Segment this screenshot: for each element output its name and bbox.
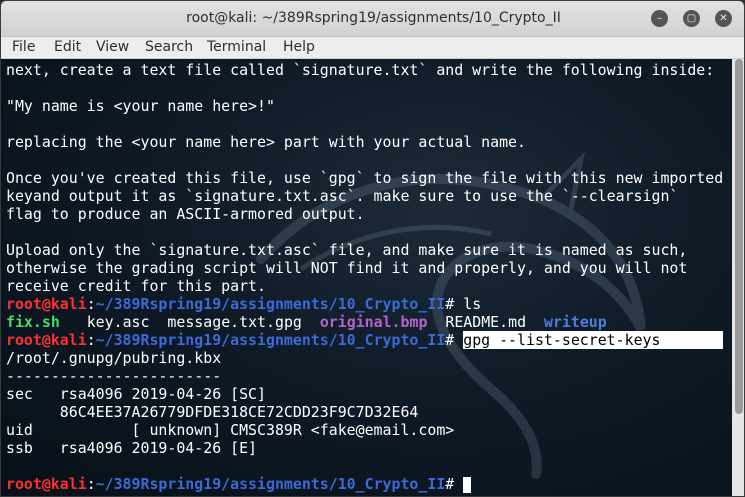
minimize-button[interactable]: – [651,10,668,27]
selected-command[interactable]: gpg --list-secret-keys [463,331,661,349]
window-title: root@kali: ~/389Rspring19/assignments/10… [186,10,561,26]
text-line: "My name is <your name here>!" [6,97,275,115]
file-message-gpg: message.txt.gpg [167,313,302,331]
menu-terminal[interactable]: Terminal [207,39,266,55]
terminal-lines: next, create a text file called `signatu… [6,61,732,493]
close-button[interactable]: ✕ [715,10,732,27]
gpg-output-line: uid [ unknown] CMSC389R <fake@email.com> [6,421,455,439]
menu-view[interactable]: View [96,39,129,55]
ls-output-line: fix.sh key.asc message.txt.gpg original.… [6,313,732,331]
menu-search[interactable]: Search [145,39,193,55]
gpg-output-line: 86C4EE37A26779DFDE318CE72CDD23F9C7D32E64 [6,403,419,421]
command: ls [463,295,482,313]
prompt-path: ~/389Rspring19/assignments/10_Crypto_II [95,295,446,313]
gpg-output-line: ------------------------ [6,367,222,385]
prompt-line-active[interactable]: root@kali:~/389Rspring19/assignments/10_… [6,475,732,493]
text-line: Upload only the `signature.txt.asc` file… [6,241,688,259]
prompt-hash: # [445,295,464,313]
prompt-separator: : [86,295,96,313]
text-line: next, create a text file called `signatu… [6,61,715,79]
prompt-user: root@kali [6,331,87,349]
prompt-user: root@kali [6,295,87,313]
title-bar[interactable]: root@kali: ~/389Rspring19/assignments/10… [1,1,744,37]
menu-bar: File Edit View Search Terminal Help [1,37,744,59]
maximize-button[interactable]: ▢ [683,10,700,27]
text-line [6,115,732,133]
file-key-asc: key.asc [86,313,150,331]
dir-writeup: writeup [543,313,607,331]
terminal-output[interactable]: next, create a text file called `signatu… [1,59,732,496]
prompt-path: ~/389Rspring19/assignments/10_Crypto_II [95,475,446,493]
gpg-output-line [6,457,732,475]
prompt-line: root@kali:~/389Rspring19/assignments/10_… [6,295,732,313]
menu-edit[interactable]: Edit [54,39,81,55]
vertical-scrollbar[interactable] [732,59,744,496]
file-original-bmp: original.bmp [319,313,428,331]
text-line: keyand output it as `signature.txt.asc`.… [6,187,679,205]
scrollbar-thumb[interactable] [735,59,743,414]
prompt-separator: : [86,475,96,493]
file-fix-sh: fix.sh [6,313,60,331]
prompt-line: root@kali:~/389Rspring19/assignments/10_… [6,331,732,349]
menu-file[interactable]: File [12,39,35,55]
text-line [6,79,732,97]
file-readme: README.md [445,313,527,331]
menu-help[interactable]: Help [283,39,315,55]
text-line: receive credit for this part. [6,277,266,295]
prompt-hash: # [445,475,464,493]
terminal-window: root@kali: ~/389Rspring19/assignments/10… [0,0,745,497]
gpg-output-line: /root/.gnupg/pubring.kbx [6,349,222,367]
text-line [6,223,732,241]
prompt-hash: # [445,331,464,349]
text-line [6,151,732,169]
gpg-output-line: sec rsa4096 2019-04-26 [SC] [6,385,266,403]
prompt-separator: : [86,331,96,349]
text-line: replacing the <your name here> part with… [6,133,526,151]
prompt-user: root@kali [6,475,87,493]
gpg-output-line: ssb rsa4096 2019-04-26 [E] [6,439,258,457]
text-line: flag to produce an ASCII-armored output. [6,205,365,223]
text-cursor [463,477,472,493]
text-line: Once you've created this file, use `gpg`… [6,169,724,187]
selection-highlight [660,331,724,349]
text-line: otherwise the grading script will NOT fi… [6,259,688,277]
prompt-path: ~/389Rspring19/assignments/10_Crypto_II [95,331,446,349]
